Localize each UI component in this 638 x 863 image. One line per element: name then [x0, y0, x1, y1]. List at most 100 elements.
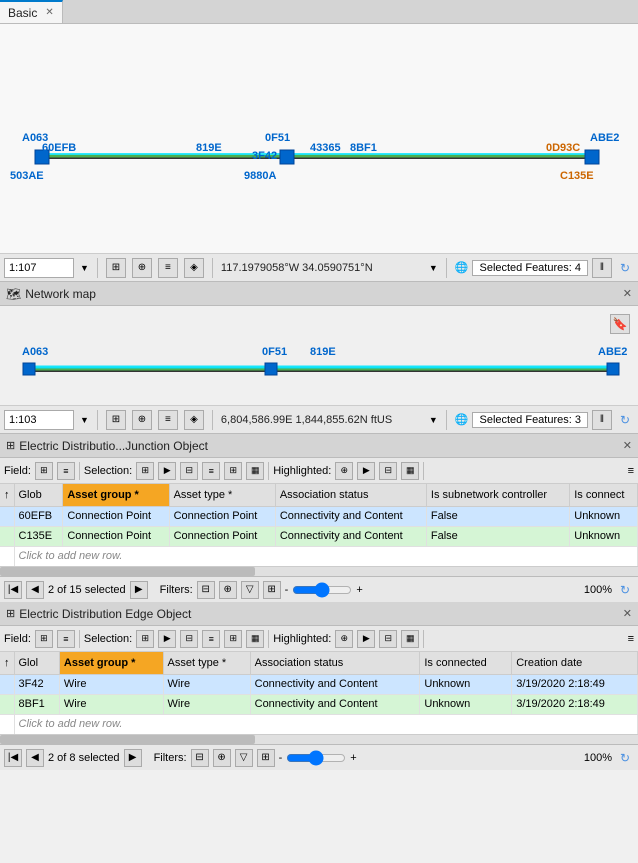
t1-refresh-btn[interactable]: ↻ — [616, 581, 634, 599]
table2-container[interactable]: ↑ Glol Asset group * Asset type * Associ… — [0, 652, 638, 734]
t1-row1-arrow — [0, 506, 14, 526]
t2-next-btn[interactable]: ▶ — [124, 749, 142, 767]
t2-settings-btn[interactable]: ≡ — [628, 633, 634, 645]
t1-sel-btn1[interactable]: ⊞ — [136, 462, 154, 480]
t2-filter-dash: - — [279, 752, 283, 764]
t1-filter-btn3[interactable]: ▽ — [241, 581, 259, 599]
t2-col-asset-group[interactable]: Asset group * — [59, 652, 163, 674]
t1-hi-btn4[interactable]: ▦ — [401, 462, 419, 480]
nm-layer-btn[interactable]: ≡ — [158, 410, 178, 430]
table2-hscroll[interactable] — [0, 734, 638, 744]
pause-btn[interactable]: ‖ — [592, 258, 612, 278]
t2-hi-btn3[interactable]: ⊟ — [379, 630, 397, 648]
add-row[interactable]: Click to add new row. — [0, 546, 638, 566]
nm-refresh-btn[interactable]: ↻ — [616, 411, 634, 429]
zoom-dropdown-icon[interactable]: ▼ — [80, 263, 89, 273]
t2-filter-btn4[interactable]: ⊞ — [257, 749, 275, 767]
table1-close[interactable]: ✕ — [623, 439, 632, 452]
table1-hscroll[interactable] — [0, 566, 638, 576]
t2-sel-btn5[interactable]: ⊞ — [224, 630, 242, 648]
zoom-input[interactable]: 1:107 — [4, 258, 74, 278]
t2-sel-btn1[interactable]: ⊞ — [136, 630, 154, 648]
nm-pause-btn[interactable]: ‖ — [592, 410, 612, 430]
t1-row2-glob: C135E — [14, 526, 63, 546]
t2-field-btn1[interactable]: ⊞ — [35, 630, 53, 648]
t2-sel-btn4[interactable]: ≡ — [202, 630, 220, 648]
t1-field-btn1[interactable]: ⊞ — [35, 462, 53, 480]
nm-pan-btn[interactable]: ⊞ — [106, 410, 126, 430]
t1-sel-btn4[interactable]: ≡ — [202, 462, 220, 480]
table-row[interactable]: 60EFB Connection Point Connection Point … — [0, 506, 638, 526]
table1-container[interactable]: ↑ Glob Asset group * Asset type * Associ… — [0, 484, 638, 566]
t2-filter-btn1[interactable]: ⊟ — [191, 749, 209, 767]
table2-close[interactable]: ✕ — [623, 607, 632, 620]
t2-col-asset-type[interactable]: Asset type * — [163, 652, 250, 674]
t2-hi-btn1[interactable]: ⊕ — [335, 630, 353, 648]
t1-prev-btn[interactable]: ◀ — [26, 581, 44, 599]
network-map-close[interactable]: ✕ — [623, 287, 632, 300]
t1-hi-btn2[interactable]: ▶ — [357, 462, 375, 480]
t2-hi-btn2[interactable]: ▶ — [357, 630, 375, 648]
table2-bottom-toolbar: |◀ ◀ 2 of 8 selected ▶ Filters: ⊟ ⊕ ▽ ⊞ … — [0, 744, 638, 770]
nm-sep-1 — [97, 410, 98, 430]
basic-tab-close[interactable]: ✕ — [45, 7, 53, 18]
refresh-btn[interactable]: ↻ — [616, 259, 634, 277]
t1-sel-btn5[interactable]: ⊞ — [224, 462, 242, 480]
t1-sel-btn2[interactable]: ▶ — [158, 462, 176, 480]
t2-zoom-slider[interactable] — [286, 750, 346, 766]
pan-tool-btn[interactable]: ⊞ — [106, 258, 126, 278]
layer-btn[interactable]: ≡ — [158, 258, 178, 278]
t1-row2-asset-type: Connection Point — [169, 526, 275, 546]
t1-hi-btn3[interactable]: ⊟ — [379, 462, 397, 480]
t1-col-asset-group[interactable]: Asset group * — [63, 484, 169, 506]
coord-dropdown-icon[interactable]: ▼ — [429, 263, 438, 273]
t2-filter-btn2[interactable]: ⊕ — [213, 749, 231, 767]
map-label-43365: 43365 — [310, 142, 341, 154]
t2-refresh-btn[interactable]: ↻ — [616, 749, 634, 767]
t1-sel-btn6[interactable]: ▦ — [246, 462, 264, 480]
nm-zoom-btn[interactable]: ⊕ — [132, 410, 152, 430]
t1-zoom-slider[interactable] — [292, 582, 352, 598]
table-row[interactable]: 3F42 Wire Wire Connectivity and Content … — [0, 674, 638, 694]
nm-mark-btn[interactable]: ◈ — [184, 410, 204, 430]
bookmark-icon[interactable]: 🔖 — [610, 314, 630, 334]
t1-first-btn[interactable]: |◀ — [4, 581, 22, 599]
nm-zoom-dropdown[interactable]: ▼ — [80, 415, 89, 425]
t2-filter-btn3[interactable]: ▽ — [235, 749, 253, 767]
basic-tab[interactable]: Basic ✕ — [0, 0, 63, 23]
t1-field-btn2[interactable]: ≡ — [57, 462, 75, 480]
t1-col-asset-type[interactable]: Asset type * — [169, 484, 275, 506]
t2-col-connected[interactable]: Is connected — [420, 652, 512, 674]
t1-hi-btn1[interactable]: ⊕ — [335, 462, 353, 480]
t2-sel-btn6[interactable]: ▦ — [246, 630, 264, 648]
t2-sep1 — [79, 630, 80, 648]
t2-first-btn[interactable]: |◀ — [4, 749, 22, 767]
t1-filters-label: Filters: — [160, 584, 193, 596]
t2-col-assoc[interactable]: Association status — [250, 652, 420, 674]
t2-sel-btn2[interactable]: ▶ — [158, 630, 176, 648]
t1-col-connect[interactable]: Is connect — [570, 484, 638, 506]
nm-coord-dropdown[interactable]: ▼ — [429, 415, 438, 425]
t2-field-btn2[interactable]: ≡ — [57, 630, 75, 648]
t1-sel-btn3[interactable]: ⊟ — [180, 462, 198, 480]
nm-label-819e: 819E — [310, 346, 336, 358]
table-row[interactable]: C135E Connection Point Connection Point … — [0, 526, 638, 546]
t1-filter-btn2[interactable]: ⊕ — [219, 581, 237, 599]
nm-zoom-input[interactable]: 1:103 — [4, 410, 74, 430]
bookmark-btn[interactable]: ◈ — [184, 258, 204, 278]
t2-col-creation[interactable]: Creation date — [512, 652, 638, 674]
t1-next-btn[interactable]: ▶ — [130, 581, 148, 599]
t1-settings-btn[interactable]: ≡ — [628, 465, 634, 477]
zoom-in-btn[interactable]: ⊕ — [132, 258, 152, 278]
t2-sel-btn3[interactable]: ⊟ — [180, 630, 198, 648]
t1-filter-btn1[interactable]: ⊟ — [197, 581, 215, 599]
t1-col-assoc[interactable]: Association status — [275, 484, 426, 506]
add-row[interactable]: Click to add new row. — [0, 714, 638, 734]
t1-add-row-label[interactable]: Click to add new row. — [14, 546, 638, 566]
table-row[interactable]: 8BF1 Wire Wire Connectivity and Content … — [0, 694, 638, 714]
t2-prev-btn[interactable]: ◀ — [26, 749, 44, 767]
t1-filter-btn4[interactable]: ⊞ — [263, 581, 281, 599]
t2-hi-btn4[interactable]: ▦ — [401, 630, 419, 648]
t1-col-subnetwork[interactable]: Is subnetwork controller — [426, 484, 569, 506]
t2-add-row-label[interactable]: Click to add new row. — [14, 714, 638, 734]
